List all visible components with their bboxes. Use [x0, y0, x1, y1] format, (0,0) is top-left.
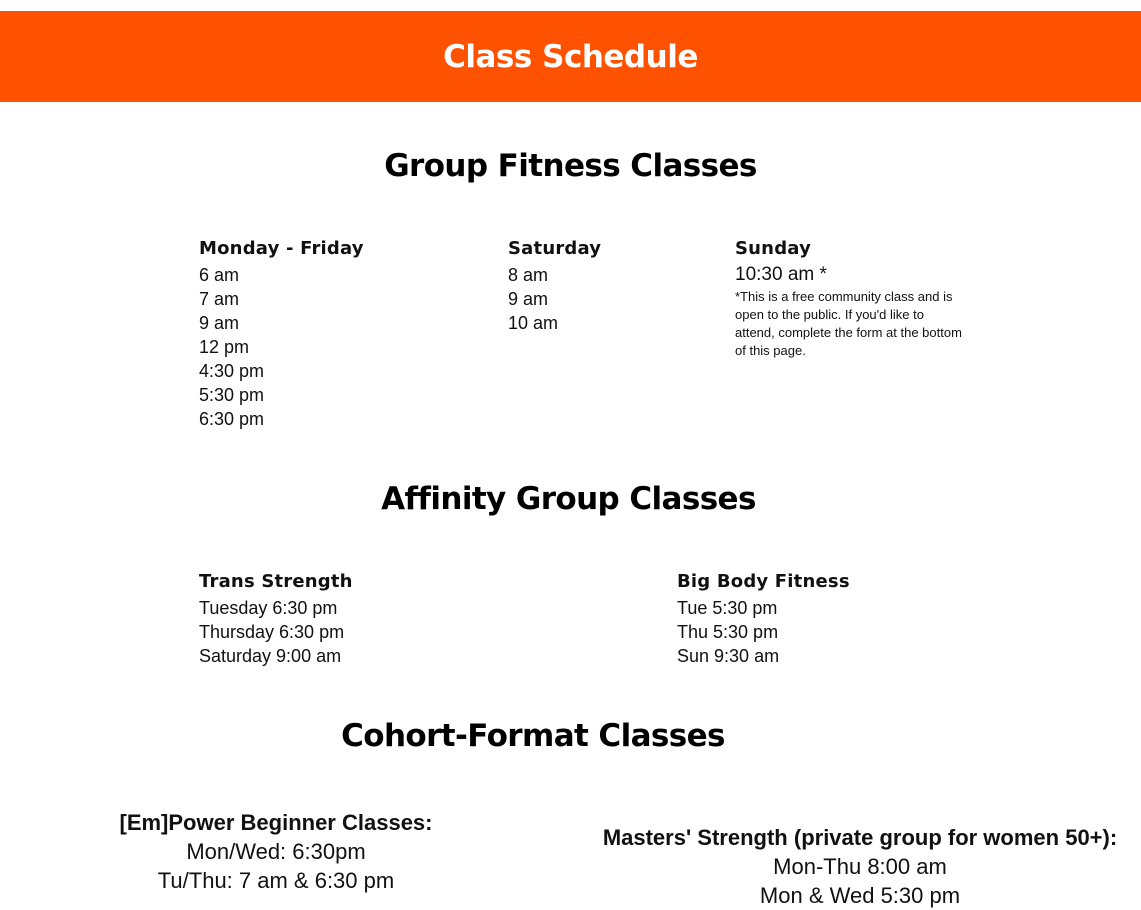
time-slot: Thursday 6:30 pm — [199, 622, 345, 642]
group-fitness-title: Group Fitness Classes — [384, 148, 757, 184]
time-slot: 6 am — [199, 265, 240, 285]
time-slot: 12 pm — [199, 337, 250, 357]
saturday-heading: Saturday — [508, 238, 602, 259]
masters-strength-schedule: Masters' Strength (private group for wom… — [590, 823, 1130, 910]
time-slot: 5:30 pm — [199, 385, 265, 405]
time-slot: Mon & Wed 5:30 pm — [759, 883, 961, 908]
time-slot: 9 am — [199, 313, 240, 333]
trans-strength-heading: Trans Strength — [199, 571, 353, 592]
trans-strength-schedule: Trans Strength Tuesday 6:30 pm Thursday … — [199, 570, 353, 668]
sunday-schedule: Sunday 10:30 am * *This is a free commun… — [735, 237, 965, 360]
weekday-schedule: Monday - Friday 6 am 7 am 9 am 12 pm 4:3… — [199, 237, 364, 431]
time-slot: Tu/Thu: 7 am & 6:30 pm — [157, 868, 395, 893]
empower-beginner-schedule: [Em]Power Beginner Classes: Mon/Wed: 6:3… — [96, 808, 456, 895]
time-slot: 9 am — [508, 289, 549, 309]
time-slot: Thu 5:30 pm — [677, 622, 779, 642]
masters-heading: Masters' Strength (private group for wom… — [602, 825, 1118, 850]
time-slot: Sun 9:30 am — [677, 646, 780, 666]
time-slot: Saturday 9:00 am — [199, 646, 342, 666]
time-slot: Mon-Thu 8:00 am — [773, 854, 947, 879]
saturday-schedule: Saturday 8 am 9 am 10 am — [508, 237, 601, 335]
empower-heading: [Em]Power Beginner Classes: — [119, 810, 433, 835]
time-slot: Mon/Wed: 6:30pm — [186, 839, 366, 864]
time-slot: Tuesday 6:30 pm — [199, 598, 338, 618]
time-slot: 6:30 pm — [199, 409, 265, 429]
big-body-fitness-schedule: Big Body Fitness Tue 5:30 pm Thu 5:30 pm… — [677, 570, 850, 668]
page-title: Class Schedule — [443, 38, 698, 75]
time-slot: 8 am — [508, 265, 549, 285]
header-banner: Class Schedule — [0, 11, 1141, 102]
affinity-title: Affinity Group Classes — [381, 481, 756, 517]
big-body-fitness-heading: Big Body Fitness — [677, 571, 850, 592]
cohort-title: Cohort-Format Classes — [341, 718, 725, 754]
sunday-heading: Sunday — [735, 238, 812, 259]
community-class-note: *This is a free community class and is o… — [735, 289, 962, 358]
time-slot: 7 am — [199, 289, 240, 309]
time-slot: 10 am — [508, 313, 559, 333]
time-slot: Tue 5:30 pm — [677, 598, 778, 618]
time-slot: 4:30 pm — [199, 361, 265, 381]
weekday-heading: Monday - Friday — [199, 238, 364, 259]
time-slot: 10:30 am * — [735, 264, 827, 285]
